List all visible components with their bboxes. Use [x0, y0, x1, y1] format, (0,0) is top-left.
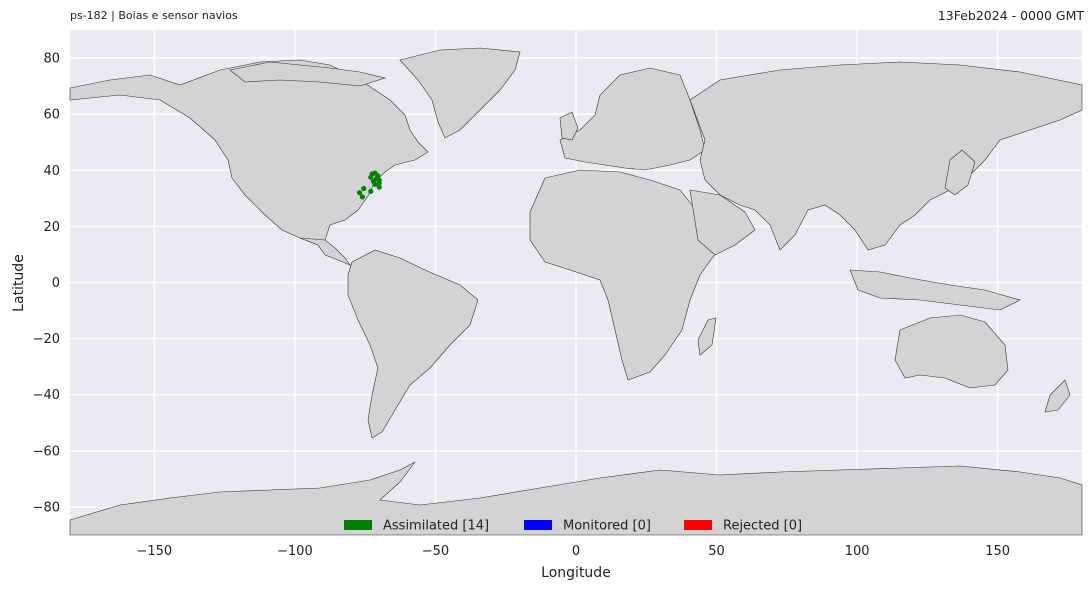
x-tick-label: 0 — [572, 544, 580, 559]
y-tick-label: 20 — [43, 220, 60, 235]
x-tick-label: 150 — [985, 544, 1010, 559]
observation-point — [361, 185, 367, 192]
legend-label: Monitored [0] — [563, 519, 651, 534]
y-axis-label: Latitude — [11, 254, 27, 312]
y-tick-label: 80 — [43, 52, 60, 67]
x-axis-label: Longitude — [541, 565, 611, 581]
legend-label: Assimilated [14] — [383, 519, 489, 534]
x-tick-label: 50 — [708, 544, 725, 559]
x-tick-label: 100 — [845, 544, 870, 559]
y-tick-label: −80 — [33, 500, 60, 515]
y-tick-label: −60 — [33, 444, 60, 459]
y-tick-label: 0 — [52, 276, 60, 291]
y-tick-label: 60 — [43, 108, 60, 123]
y-tick-label: 40 — [43, 164, 60, 179]
observation-point — [368, 188, 374, 194]
x-tick-label: −50 — [422, 544, 449, 559]
legend-swatch — [684, 520, 712, 530]
y-tick-label: −20 — [33, 332, 60, 347]
world-map-chart: −150 −100 −50 0 50 100 150 80 60 40 20 0 −20 −40 −60 −8… — [11, 30, 1083, 581]
x-tick-label: −100 — [277, 544, 313, 559]
observation-point — [359, 194, 365, 200]
x-tick-label: −150 — [136, 544, 172, 559]
legend-swatch — [524, 520, 552, 530]
legend-swatch — [344, 520, 372, 530]
y-tick-label: −40 — [33, 388, 60, 403]
observation-point — [376, 184, 382, 190]
legend: Assimilated [14] Monitored [0] Rejected [0… — [344, 519, 802, 534]
legend-label: Rejected [0] — [723, 519, 802, 534]
